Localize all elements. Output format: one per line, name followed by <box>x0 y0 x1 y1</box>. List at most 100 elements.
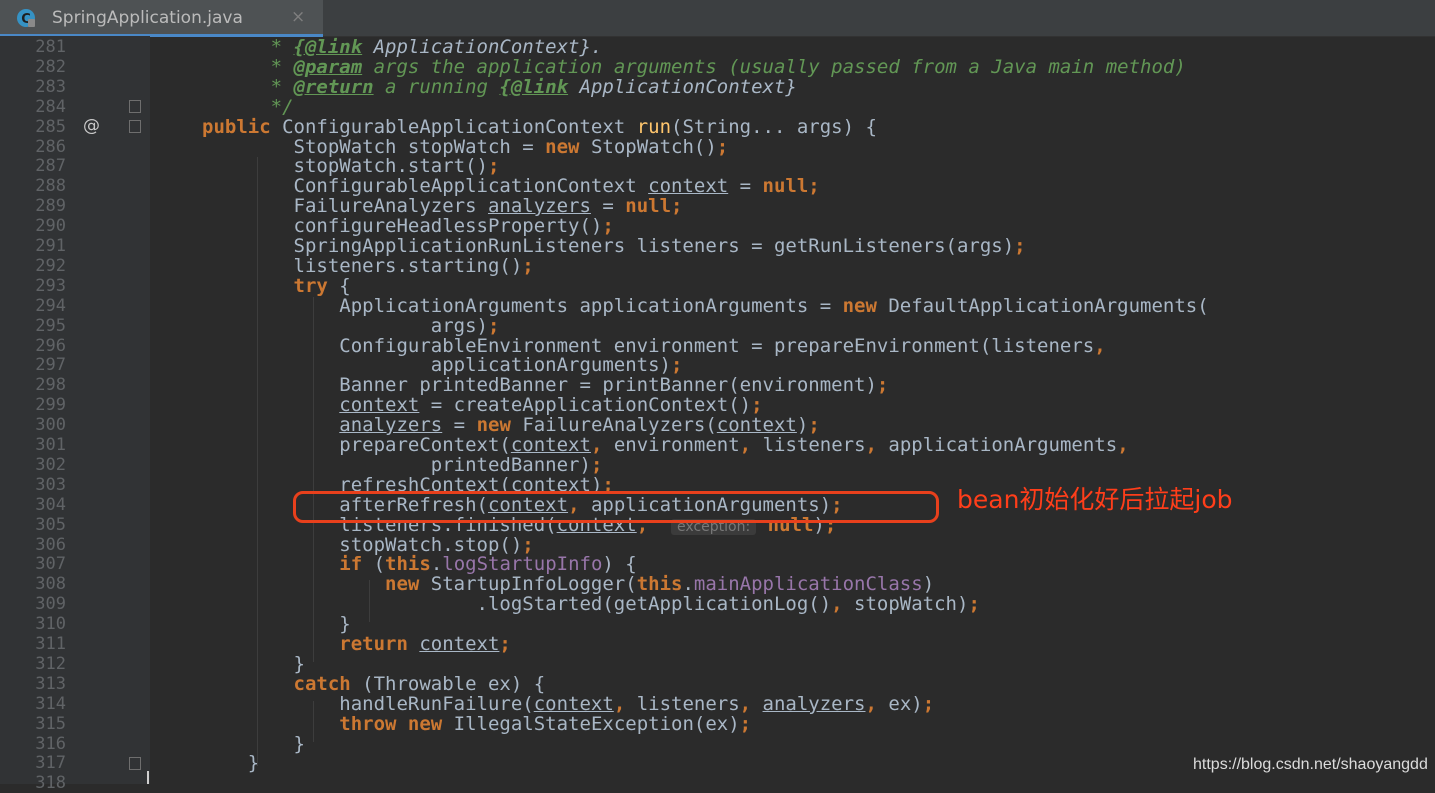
code-token: {@link <box>293 36 363 58</box>
line-number: 303 <box>35 475 66 495</box>
code-line[interactable]: .logStarted(getApplicationLog(), stopWat… <box>202 594 980 614</box>
line-number: 285 <box>35 117 66 137</box>
code-line[interactable]: handleRunFailure(context, listeners, ana… <box>202 694 934 714</box>
code-token: try <box>202 275 340 297</box>
code-token: applicationArguments <box>888 434 1118 456</box>
code-token: ConfigurableApplicationContext <box>202 175 649 197</box>
code-line[interactable]: StopWatch stopWatch = new StopWatch(); <box>202 136 729 158</box>
code-token: ; <box>487 315 500 337</box>
indent-guide <box>313 297 314 662</box>
class-icon: C <box>17 9 35 27</box>
line-number: 295 <box>35 316 66 336</box>
line-number: 308 <box>35 574 66 594</box>
code-token: listeners.starting() <box>202 255 523 277</box>
code-token: , <box>831 593 855 615</box>
code-token: args) <box>202 315 488 337</box>
code-line[interactable]: */ <box>202 97 294 117</box>
line-number: 311 <box>35 634 66 654</box>
code-line[interactable]: FailureAnalyzers analyzers = null; <box>202 195 683 217</box>
code-line[interactable]: public ConfigurableApplicationContext ru… <box>202 117 877 137</box>
code-line[interactable]: analyzers = new FailureAnalyzers(context… <box>202 415 820 435</box>
line-number: 312 <box>35 654 66 674</box>
code-line[interactable]: * {@link ApplicationContext}. <box>202 36 603 58</box>
indent-guide <box>313 701 314 742</box>
code-line[interactable]: stopWatch.stop(); <box>202 535 533 555</box>
line-number: 298 <box>35 375 66 395</box>
code-line[interactable]: if (this.logStartupInfo) { <box>202 554 636 574</box>
code-line[interactable]: return context; <box>202 634 511 654</box>
code-token: StopWatch() <box>590 136 717 158</box>
code-token: ; <box>716 136 729 158</box>
code-token: , <box>613 693 637 715</box>
code-token: configureHeadlessProperty() <box>202 215 603 237</box>
code-token: listeners <box>636 693 740 715</box>
fold-marker-icon[interactable] <box>129 100 141 113</box>
code-line[interactable]: } <box>202 734 305 754</box>
indent-guide <box>257 157 258 766</box>
code-token: , <box>865 693 889 715</box>
line-number: 316 <box>35 734 66 754</box>
code-line[interactable]: SpringApplicationRunListeners listeners … <box>202 236 1026 256</box>
line-number: 310 <box>35 614 66 634</box>
code-line[interactable]: try { <box>202 276 351 296</box>
code-token: */ <box>202 96 294 118</box>
code-line[interactable]: new StartupInfoLogger(this.mainApplicati… <box>202 574 934 594</box>
code-line[interactable]: catch (Throwable ex) { <box>202 673 546 695</box>
code-token: applicationArguments) <box>202 354 671 376</box>
code-token: {@link <box>499 76 569 98</box>
code-token: new <box>476 414 523 436</box>
code-line[interactable]: stopWatch.start(); <box>202 155 500 177</box>
code-line[interactable]: configureHeadlessProperty(); <box>202 216 614 236</box>
fold-marker-icon[interactable] <box>129 757 141 770</box>
code-line[interactable]: context = createApplicationContext(); <box>202 394 762 416</box>
code-line[interactable]: prepareContext(context, environment, lis… <box>202 434 1129 456</box>
code-token: , <box>1117 434 1129 456</box>
code-line[interactable]: * @return a running {@link ApplicationCo… <box>202 77 797 97</box>
line-number: 306 <box>35 535 66 555</box>
code-token: return <box>202 633 420 655</box>
code-token: catch <box>202 673 363 695</box>
code-line[interactable]: applicationArguments); <box>202 354 683 376</box>
fold-marker-icon[interactable] <box>129 120 141 133</box>
code-token: ; <box>876 374 889 396</box>
code-line[interactable]: ApplicationArguments applicationArgument… <box>202 295 1208 317</box>
code-token: * <box>202 36 294 58</box>
line-number: 292 <box>35 256 66 276</box>
code-token: ConfigurableApplicationContext <box>282 116 637 138</box>
override-marker-icon[interactable]: @ <box>83 116 100 136</box>
code-token: , <box>865 434 889 456</box>
code-token: ) <box>796 414 809 436</box>
code-token: new <box>842 295 889 317</box>
code-token: context <box>339 394 420 416</box>
code-line[interactable]: listeners.starting(); <box>202 256 534 276</box>
line-number: 284 <box>35 97 66 117</box>
code-token: { <box>339 275 351 297</box>
tab-spring-application-java[interactable]: C SpringApplication.java × <box>0 0 323 37</box>
code-line[interactable]: ConfigurableEnvironment environment = pr… <box>202 336 1105 356</box>
code-line[interactable]: Banner printedBanner = printBanner(envir… <box>202 375 888 395</box>
code-token: } <box>202 613 351 635</box>
code-line[interactable]: } <box>202 613 351 635</box>
line-number: 290 <box>35 216 66 236</box>
code-token: ApplicationContext}. <box>362 36 603 58</box>
code-token: stopWatch.start() <box>202 155 488 177</box>
code-token: } <box>202 752 260 774</box>
line-number: 309 <box>35 594 66 614</box>
code-token: context <box>648 175 729 197</box>
code-line[interactable]: * @param args the application arguments … <box>202 57 1186 77</box>
code-line[interactable]: } <box>202 753 259 773</box>
line-number: 305 <box>35 515 66 535</box>
watermark: https://blog.csdn.net/shaoyangdd <box>1193 756 1428 773</box>
code-line[interactable]: ConfigurableApplicationContext context =… <box>202 176 820 196</box>
code-token: (String... args) { <box>671 116 877 138</box>
code-line[interactable]: } <box>202 654 305 674</box>
code-line[interactable]: args); <box>202 315 500 337</box>
code-token: } <box>202 653 305 675</box>
line-number: 302 <box>35 455 66 475</box>
code-token: handleRunFailure( <box>202 693 534 715</box>
line-number: 294 <box>35 296 66 316</box>
close-tab-icon[interactable]: × <box>291 7 305 27</box>
code-token: analyzers <box>487 195 591 217</box>
code-line[interactable]: throw new IllegalStateException(ex); <box>202 714 751 734</box>
code-line[interactable]: printedBanner); <box>202 455 603 475</box>
